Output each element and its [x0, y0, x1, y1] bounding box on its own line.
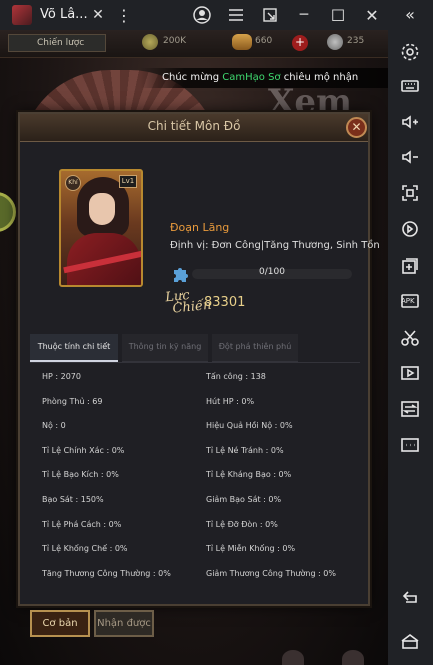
silver-amount: 235	[347, 36, 365, 46]
hero-name: Đoạn Lãng	[170, 221, 230, 234]
top-hud: Chiến lược 200K 660 + 235	[0, 30, 388, 58]
disciple-detail-modal: Chi tiết Môn Đồ ✕ Khí Lv1 Đoạn Lãng Định…	[18, 112, 380, 606]
popout-icon[interactable]	[258, 3, 282, 27]
account-icon[interactable]	[190, 3, 214, 27]
basic-button[interactable]: Cơ bản	[30, 610, 90, 637]
more-icon[interactable]	[397, 432, 423, 458]
ingot-icon	[232, 34, 252, 50]
modal-title: Chi tiết Môn Đồ	[147, 119, 241, 133]
close-window-button[interactable]: ✕	[360, 3, 384, 27]
emulator-titlebar: Võ Lâ... ✕ ⋮ ─ ☐ ✕ «	[0, 0, 433, 30]
window-title: Võ Lâ...	[40, 7, 88, 22]
notification-player: CamHạo Sơ	[222, 72, 281, 83]
stat-accuracy: Tỉ Lệ Chính Xác : 0%	[42, 446, 125, 455]
emulator-sidebar: APK	[388, 30, 433, 665]
stat-normal-attack-reduction: Giảm Thương Công Thường : 0%	[206, 569, 336, 578]
stat-control-immunity: Tỉ Lệ Miễn Khống : 0%	[206, 544, 296, 553]
settings-icon[interactable]	[397, 39, 423, 65]
more-menu-icon[interactable]: ⋮	[112, 3, 136, 27]
puzzle-icon	[174, 268, 188, 282]
fullscreen-icon[interactable]	[397, 180, 423, 206]
hero-type-badge: Khí	[65, 175, 81, 191]
power-value: 83301	[204, 295, 246, 310]
volume-up-icon[interactable]	[397, 109, 423, 135]
stat-crit-rate: Tỉ Lệ Bạo Kích : 0%	[42, 470, 119, 479]
add-currency-button[interactable]: +	[292, 35, 308, 51]
stat-normal-attack-bonus: Tăng Thương Công Thường : 0%	[42, 569, 171, 578]
stat-rage-regen: Hiệu Quả Hồi Nộ : 0%	[206, 421, 293, 430]
detail-tabs: Thuộc tính chi tiết Thông tin kỹ năng Độ…	[30, 334, 360, 362]
modal-header: Chi tiết Môn Đồ ✕	[20, 114, 368, 142]
stat-control-rate: Tỉ Lệ Khống Chế : 0%	[42, 544, 128, 553]
stat-lifesteal: Hút HP : 0%	[206, 397, 255, 406]
hero-level-badge: Lv1	[119, 175, 137, 188]
stat-crit-damage: Bạo Sát : 150%	[42, 495, 104, 504]
strategy-tab[interactable]: Chiến lược	[8, 34, 106, 52]
app-icon	[12, 5, 32, 25]
stat-break-rate: Tỉ Lệ Phá Cách : 0%	[42, 520, 122, 529]
ingot-amount: 660	[255, 36, 273, 46]
stat-block-rate: Tỉ Lệ Đỡ Đòn : 0%	[206, 520, 278, 529]
apk-install-icon[interactable]: APK	[397, 288, 423, 314]
side-ring-icon[interactable]	[0, 192, 16, 232]
stat-dodge: Tỉ Lệ Né Tránh : 0%	[206, 446, 284, 455]
back-icon[interactable]	[397, 584, 423, 610]
stat-crit-resist: Tỉ Lệ Kháng Bạo : 0%	[206, 470, 292, 479]
minimize-button[interactable]: ─	[292, 3, 316, 27]
notification-prefix: Chúc mừng	[162, 72, 223, 83]
stat-defense: Phòng Thủ : 69	[42, 397, 103, 406]
volume-down-icon[interactable]	[397, 144, 423, 170]
silver-coin-icon	[327, 34, 343, 50]
recruit-notification: Chúc mừng CamHạo Sơ chiêu mộ nhận	[140, 68, 388, 88]
close-tab-icon[interactable]: ✕	[86, 3, 110, 27]
hero-role: Định vị: Đơn Công|Tăng Thương, Sinh Tồn	[170, 240, 380, 251]
stat-attack: Tấn công : 138	[206, 372, 266, 381]
tab-skill-info[interactable]: Thông tin kỹ năng	[122, 334, 208, 362]
gold-amount: 200K	[163, 36, 187, 46]
keyboard-icon[interactable]	[397, 73, 423, 99]
tab-detailed-attributes[interactable]: Thuộc tính chi tiết	[30, 334, 118, 362]
transfer-icon[interactable]	[397, 396, 423, 422]
add-window-icon[interactable]	[397, 253, 423, 279]
video-icon[interactable]	[397, 360, 423, 386]
gold-coin-icon	[142, 34, 158, 50]
sync-icon[interactable]	[397, 216, 423, 242]
stat-rage: Nộ : 0	[42, 421, 66, 430]
tab-talent-breakthrough[interactable]: Đột phá thiên phú	[212, 334, 298, 362]
maximize-button[interactable]: ☐	[326, 3, 350, 27]
close-icon[interactable]: ✕	[346, 117, 367, 138]
xp-progress-text: 0/100	[259, 267, 285, 277]
stat-hp: HP : 2070	[42, 372, 81, 381]
stat-crit-damage-reduction: Giảm Bạo Sát : 0%	[206, 495, 282, 504]
home-icon[interactable]	[397, 628, 423, 654]
game-viewport: Xem Chiến lược 200K 660 + 235 Chúc mừng …	[0, 30, 388, 665]
receive-button[interactable]: Nhận được	[94, 610, 154, 637]
cut-icon[interactable]	[397, 325, 423, 351]
hero-portrait: Khí Lv1	[59, 169, 143, 287]
menu-icon[interactable]	[224, 3, 248, 27]
collapse-sidebar-icon[interactable]: «	[398, 5, 422, 25]
notification-suffix: chiêu mộ nhận	[280, 72, 359, 83]
